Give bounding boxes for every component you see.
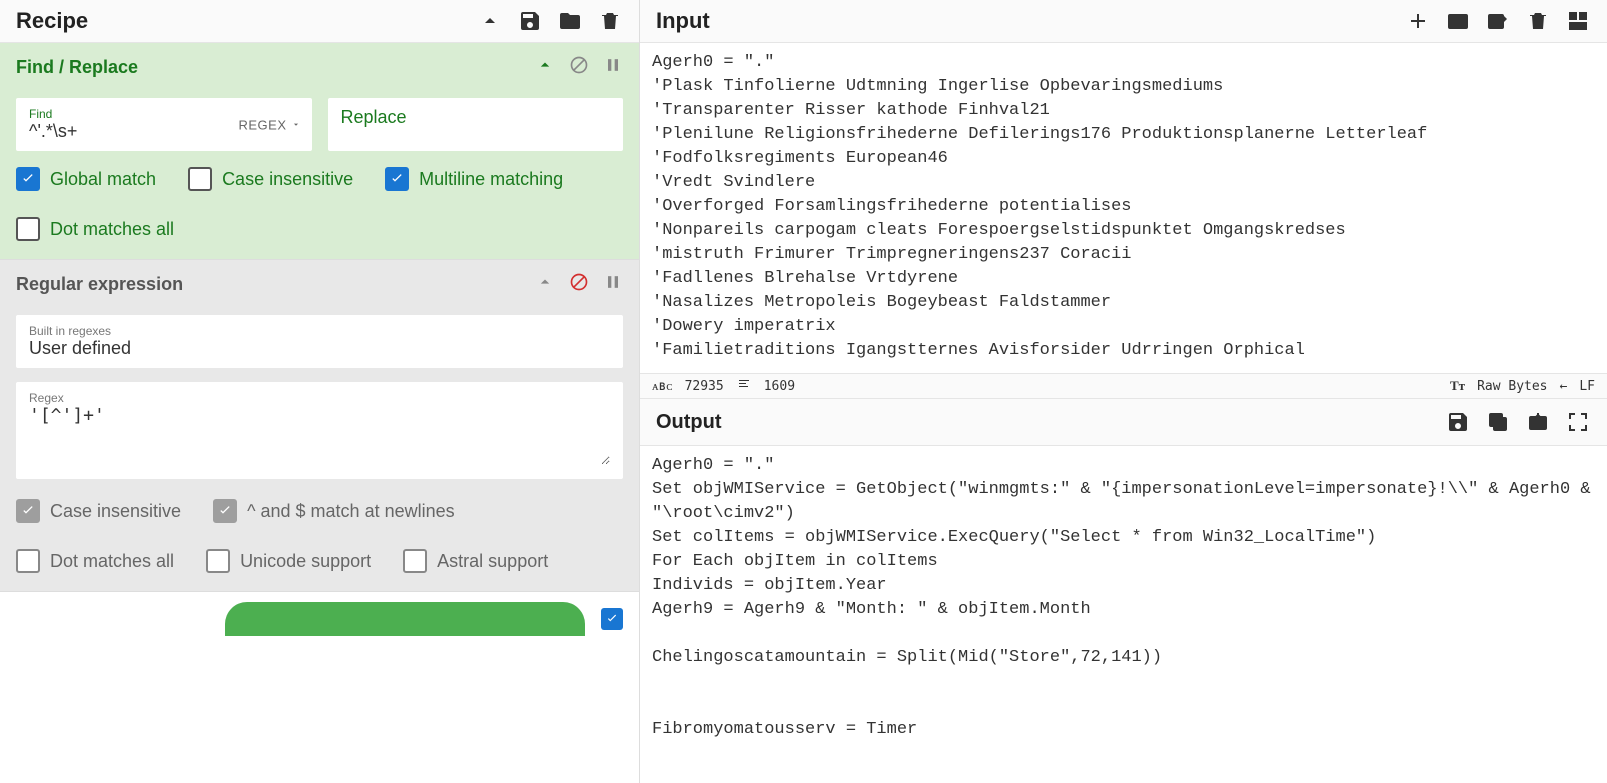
output-title: Output [656, 411, 722, 434]
regex-input-container[interactable]: Regex [16, 382, 623, 479]
chevron-up-icon[interactable] [535, 272, 555, 297]
check-caret-dollar-newlines[interactable]: ^ and $ match at newlines [213, 499, 455, 523]
check-dot-matches-all[interactable]: Dot matches all [16, 217, 174, 241]
move-output-icon[interactable] [1525, 409, 1551, 435]
open-file-icon[interactable] [1485, 8, 1511, 34]
copy-output-icon[interactable] [1485, 409, 1511, 435]
eol-arrow-icon: ← [1560, 379, 1568, 394]
regex-dropdown[interactable]: REGEX [238, 117, 300, 132]
auto-bake-checkbox[interactable] [601, 608, 623, 630]
eol-indicator[interactable]: LF [1579, 379, 1595, 394]
check-global-match[interactable]: Global match [16, 167, 156, 191]
folder-icon[interactable] [557, 8, 583, 34]
check-multiline[interactable]: Multiline matching [385, 167, 563, 191]
input-status-bar: ᴀʙᴄ 72935 1609 Tᴛ Raw Bytes ← LF [640, 373, 1607, 399]
chevron-up-icon[interactable] [535, 55, 555, 80]
reset-layout-icon[interactable] [1565, 8, 1591, 34]
open-folder-icon[interactable] [1445, 8, 1471, 34]
find-input-container[interactable]: Find REGEX [16, 98, 312, 151]
line-count: 1609 [764, 379, 795, 394]
input-textarea[interactable]: Agerh0 = "." 'Plask Tinfolierne Udtmning… [640, 43, 1607, 373]
disable-icon[interactable] [569, 55, 589, 80]
check-dot-matches-all[interactable]: Dot matches all [16, 549, 174, 573]
clear-input-icon[interactable] [1525, 8, 1551, 34]
output-textarea[interactable]: Agerh0 = "." Set objWMIService = GetObje… [640, 446, 1607, 783]
builtin-regexes-select[interactable]: Built in regexes User defined [16, 315, 623, 368]
save-icon[interactable] [517, 8, 543, 34]
save-output-icon[interactable] [1445, 409, 1471, 435]
recipe-footer [0, 592, 639, 646]
check-case-insensitive[interactable]: Case insensitive [188, 167, 353, 191]
operation-regex: Regular expression Built in regexes User… [0, 260, 639, 592]
regex-label: Regex [29, 391, 610, 405]
operation-find-replace: Find / Replace Find REGEX Replace [0, 43, 639, 260]
recipe-header: Recipe [0, 0, 639, 43]
op-title: Regular expression [16, 274, 183, 295]
collapse-icon[interactable] [477, 8, 503, 34]
raw-bytes-toggle[interactable]: Raw Bytes [1477, 379, 1547, 394]
check-case-insensitive[interactable]: Case insensitive [16, 499, 181, 523]
regex-input[interactable] [29, 405, 610, 465]
op-title: Find / Replace [16, 57, 138, 78]
replace-input-container[interactable]: Replace [328, 98, 624, 151]
disable-icon[interactable] [569, 272, 589, 297]
font-icon[interactable]: Tᴛ [1450, 378, 1465, 394]
check-unicode-support[interactable]: Unicode support [206, 549, 371, 573]
replace-label: Replace [341, 107, 407, 127]
builtin-label: Built in regexes [29, 324, 610, 338]
char-count: 72935 [685, 379, 724, 394]
bake-button[interactable] [225, 602, 585, 636]
input-title: Input [656, 8, 710, 34]
add-tab-icon[interactable] [1405, 8, 1431, 34]
recipe-title: Recipe [16, 8, 88, 34]
maximize-output-icon[interactable] [1565, 409, 1591, 435]
pause-icon[interactable] [603, 55, 623, 80]
char-count-icon: ᴀʙᴄ [652, 378, 673, 394]
pause-icon[interactable] [603, 272, 623, 297]
input-header: Input [640, 0, 1607, 43]
output-header: Output [640, 399, 1607, 446]
check-astral-support[interactable]: Astral support [403, 549, 548, 573]
builtin-value: User defined [29, 338, 610, 359]
line-count-icon [736, 378, 752, 394]
trash-icon[interactable] [597, 8, 623, 34]
